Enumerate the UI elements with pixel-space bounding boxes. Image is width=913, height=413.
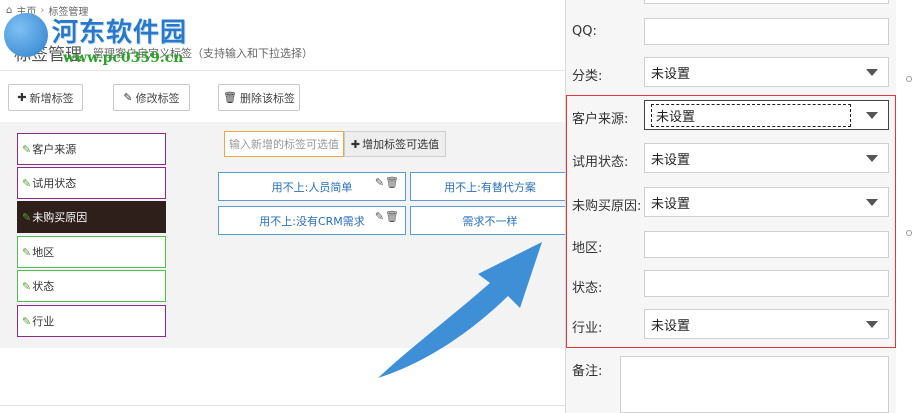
header-divider xyxy=(0,70,565,71)
category-item[interactable]: ✎ 客户来源 xyxy=(17,133,166,165)
delete-tag-label: 删除该标签 xyxy=(239,91,295,105)
tag-value-label: 用不上:有替代方案 xyxy=(444,180,536,194)
add-tag-label: 新增标签 xyxy=(29,91,74,105)
category-item-active[interactable]: ✎ 未购买原因 xyxy=(17,201,166,233)
tag-management-page: ⌂ 主页 › 标签管理 标签管理 管理客户自定义标签（支持输入和下拉选择） 河东… xyxy=(0,0,565,413)
notes-label: 备注: xyxy=(572,364,603,379)
tag-icon: ✎ xyxy=(22,176,32,190)
watermark-logo xyxy=(4,13,48,57)
tag-value[interactable]: 需求不一样 xyxy=(410,206,565,235)
category-item[interactable]: ✎ 行业 xyxy=(17,305,166,337)
add-tag-button[interactable]: ✚ 新增标签 xyxy=(8,84,83,111)
qq-input[interactable] xyxy=(644,18,889,45)
watermark-url: www.pc0359.cn xyxy=(63,50,184,66)
tag-value-label: 用不上:没有CRM需求 xyxy=(259,214,365,228)
tag-value[interactable]: 用不上:没有CRM需求 ✎🗑 xyxy=(218,206,406,235)
tag-value[interactable]: 用不上:有替代方案 xyxy=(410,172,565,201)
category-item[interactable]: ✎ 状态 xyxy=(17,270,166,302)
new-value-input[interactable]: 输入新增的标签可选值 xyxy=(224,131,344,157)
category-label: 试用状态 xyxy=(32,177,77,190)
highlight-box xyxy=(566,95,896,348)
category-select-value: 未设置 xyxy=(651,66,691,82)
category-item[interactable]: ✎ 地区 xyxy=(17,236,166,268)
edit-tag-label: 修改标签 xyxy=(135,91,180,105)
tag-icon: ✎ xyxy=(22,210,32,224)
top-field-partial[interactable] xyxy=(644,0,889,4)
bottom-divider xyxy=(0,405,565,406)
chevron-down-icon xyxy=(866,69,878,76)
edit-delete-icons[interactable]: ✎🗑 xyxy=(375,210,400,223)
category-label: 分类: xyxy=(572,69,603,84)
tag-value-label: 需求不一样 xyxy=(462,214,518,228)
plus-icon: ✚ xyxy=(350,137,361,151)
edit-icon: ✎ xyxy=(123,91,133,104)
tag-icon: ✎ xyxy=(22,245,32,259)
watermark-text: 河东软件园 xyxy=(52,18,188,48)
edge-handle[interactable] xyxy=(906,76,912,82)
add-value-label: 增加标签可选值 xyxy=(362,138,440,151)
category-label: 客户来源 xyxy=(32,143,77,156)
edit-delete-icons[interactable]: ✎🗑 xyxy=(375,176,400,189)
category-label: 未购买原因 xyxy=(32,211,88,224)
category-label: 行业 xyxy=(32,315,55,328)
add-value-button[interactable]: ✚ 增加标签可选值 xyxy=(344,131,446,157)
tag-icon: ✎ xyxy=(22,314,32,328)
edge-handle[interactable] xyxy=(906,230,912,236)
annotation-arrow-icon xyxy=(378,242,542,378)
tag-value-label: 用不上:人员简单 xyxy=(271,180,353,194)
tag-icon: ✎ xyxy=(22,279,32,293)
category-label: 地区 xyxy=(32,246,55,259)
category-select[interactable]: 未设置 xyxy=(644,57,889,87)
notes-textarea[interactable] xyxy=(620,356,889,413)
category-item[interactable]: ✎ 试用状态 xyxy=(17,167,166,199)
tag-icon: ✎ xyxy=(22,142,32,156)
delete-tag-button[interactable]: 🗑 删除该标签 xyxy=(218,84,300,111)
qq-label: QQ: xyxy=(572,24,597,39)
category-label: 状态 xyxy=(32,280,55,293)
plus-icon: ✚ xyxy=(17,91,27,104)
tag-value[interactable]: 用不上:人员简单 ✎🗑 xyxy=(218,172,406,201)
trash-icon: 🗑 xyxy=(223,91,237,104)
home-icon[interactable]: ⌂ xyxy=(6,5,12,16)
breadcrumb-separator: › xyxy=(40,5,45,16)
edit-tag-button[interactable]: ✎ 修改标签 xyxy=(113,84,190,111)
